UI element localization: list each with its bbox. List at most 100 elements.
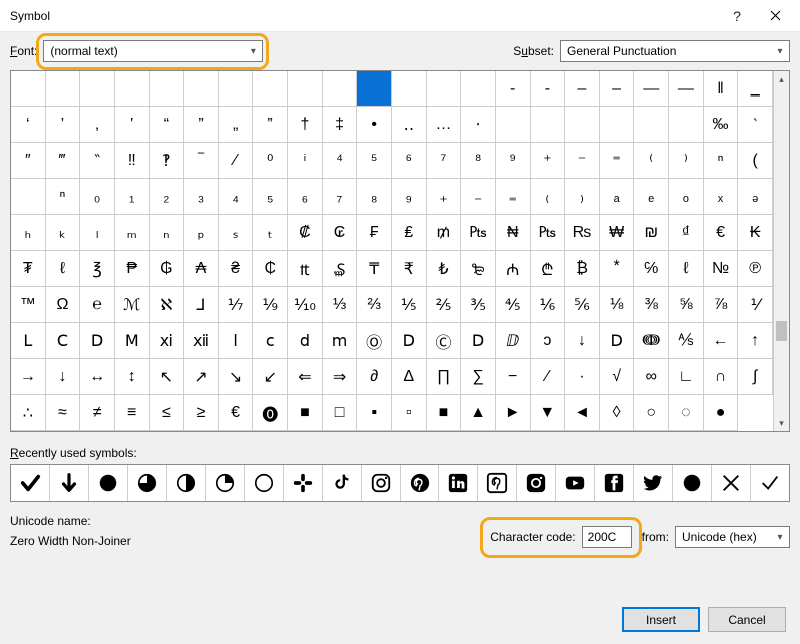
- char-cell[interactable]: ∩: [704, 359, 739, 395]
- char-cell[interactable]: ↑: [738, 323, 773, 359]
- char-cell[interactable]: ℥: [80, 251, 115, 287]
- char-cell[interactable]: ‾: [184, 143, 219, 179]
- char-cell[interactable]: ₻: [461, 251, 496, 287]
- char-cell[interactable]: [531, 107, 566, 143]
- char-cell[interactable]: ₕ: [11, 215, 46, 251]
- char-cell[interactable]: ―: [669, 71, 704, 107]
- char-cell[interactable]: ○: [634, 395, 669, 431]
- char-cell[interactable]: ‶: [80, 143, 115, 179]
- char-cell[interactable]: ‰: [704, 107, 739, 143]
- char-cell[interactable]: ⅓: [323, 287, 358, 323]
- char-cell[interactable]: ⁿ: [46, 179, 81, 215]
- recent-symbol-twitter[interactable]: [634, 465, 673, 501]
- char-cell[interactable]: …: [427, 107, 462, 143]
- from-combo[interactable]: Unicode (hex) ▾: [675, 526, 790, 548]
- char-cell[interactable]: ‐: [496, 71, 531, 107]
- char-cell[interactable]: ‽: [150, 143, 185, 179]
- char-cell[interactable]: Ⅼ: [11, 323, 46, 359]
- char-cell[interactable]: ≡: [115, 395, 150, 431]
- close-button[interactable]: [756, 2, 794, 30]
- char-cell[interactable]: ₮: [11, 251, 46, 287]
- char-cell[interactable]: □: [323, 395, 358, 431]
- char-cell[interactable]: ₐ: [600, 179, 635, 215]
- recent-symbol-facebook[interactable]: [595, 465, 634, 501]
- char-cell[interactable]: ∂: [357, 359, 392, 395]
- char-cell[interactable]: Ⅾ: [461, 323, 496, 359]
- char-cell[interactable]: ↙: [253, 359, 288, 395]
- char-cell[interactable]: ←: [704, 323, 739, 359]
- char-cell[interactable]: ‼: [115, 143, 150, 179]
- recent-symbol-circle-full2[interactable]: [673, 465, 712, 501]
- font-combo[interactable]: (normal text) ▾: [43, 40, 263, 62]
- char-cell[interactable]: ⁄: [531, 359, 566, 395]
- char-cell[interactable]: ⅺ: [150, 323, 185, 359]
- char-cell[interactable]: ₑ: [634, 179, 669, 215]
- char-cell[interactable]: ■: [427, 395, 462, 431]
- char-cell[interactable]: ∏: [427, 359, 462, 395]
- char-cell[interactable]: ⅿ: [323, 323, 358, 359]
- char-cell[interactable]: ⁰: [253, 143, 288, 179]
- char-cell[interactable]: ₅: [253, 179, 288, 215]
- char-cell[interactable]: [253, 71, 288, 107]
- char-cell[interactable]: ↕: [115, 359, 150, 395]
- char-cell[interactable]: [496, 107, 531, 143]
- char-cell[interactable]: ₹: [392, 251, 427, 287]
- insert-button[interactable]: Insert: [622, 607, 700, 632]
- char-cell[interactable]: ₥: [427, 215, 462, 251]
- char-cell[interactable]: ≈: [46, 395, 81, 431]
- char-cell[interactable]: ⅅ: [496, 323, 531, 359]
- char-cell[interactable]: ₼: [496, 251, 531, 287]
- char-cell[interactable]: ⁺: [531, 143, 566, 179]
- char-cell[interactable]: ⅽ: [253, 323, 288, 359]
- char-cell[interactable]: ₖ: [46, 215, 81, 251]
- char-cell[interactable]: ‴: [46, 143, 81, 179]
- character-code-input[interactable]: [582, 526, 632, 548]
- recent-symbol-down-arrow[interactable]: [50, 465, 89, 501]
- char-cell[interactable]: ₃: [184, 179, 219, 215]
- char-cell[interactable]: “: [150, 107, 185, 143]
- char-cell[interactable]: (: [738, 143, 773, 179]
- recent-symbol-circle-qtr[interactable]: [206, 465, 245, 501]
- recent-symbol-slack[interactable]: [284, 465, 323, 501]
- char-cell[interactable]: ↖: [150, 359, 185, 395]
- char-cell[interactable]: ⁷: [427, 143, 462, 179]
- char-cell[interactable]: ⅼ: [219, 323, 254, 359]
- char-cell[interactable]: [392, 71, 427, 107]
- char-cell[interactable]: ‒: [565, 71, 600, 107]
- char-cell[interactable]: ⅾ: [288, 323, 323, 359]
- char-cell[interactable]: ₱: [115, 251, 150, 287]
- char-cell[interactable]: ‗: [738, 71, 773, 107]
- char-cell[interactable]: ₌: [496, 179, 531, 215]
- char-cell[interactable]: Ω: [46, 287, 81, 323]
- char-cell[interactable]: ⇐: [288, 359, 323, 395]
- char-cell[interactable]: [46, 71, 81, 107]
- char-cell[interactable]: ₂: [150, 179, 185, 215]
- char-cell[interactable]: ↘: [219, 359, 254, 395]
- char-cell[interactable]: ∴: [11, 395, 46, 431]
- char-cell[interactable]: ⃰: [600, 251, 635, 287]
- char-cell[interactable]: ‡: [323, 107, 358, 143]
- char-cell[interactable]: Ⓞ: [357, 323, 392, 359]
- char-cell[interactable]: ₺: [427, 251, 462, 287]
- char-cell[interactable]: ■: [288, 395, 323, 431]
- char-cell[interactable]: ₉: [392, 179, 427, 215]
- char-cell[interactable]: ₨: [565, 215, 600, 251]
- cancel-button[interactable]: Cancel: [708, 607, 786, 632]
- char-cell[interactable]: [634, 107, 669, 143]
- char-cell[interactable]: ₒ: [669, 179, 704, 215]
- char-cell[interactable]: ⁴: [323, 143, 358, 179]
- char-cell[interactable]: ⁽: [634, 143, 669, 179]
- char-cell[interactable]: ₴: [219, 251, 254, 287]
- char-cell[interactable]: ₓ: [704, 179, 739, 215]
- char-cell[interactable]: ₣: [357, 215, 392, 251]
- char-cell[interactable]: Ⓒ: [427, 323, 462, 359]
- char-cell[interactable]: ₈: [357, 179, 392, 215]
- char-cell[interactable]: ⅕: [392, 287, 427, 323]
- char-cell[interactable]: ⁸: [461, 143, 496, 179]
- char-cell[interactable]: ₭: [738, 215, 773, 251]
- char-cell[interactable]: ℓ: [46, 251, 81, 287]
- recent-symbol-instagram[interactable]: [362, 465, 401, 501]
- char-cell[interactable]: ℅: [634, 251, 669, 287]
- char-cell[interactable]: ‧: [461, 107, 496, 143]
- subset-combo[interactable]: General Punctuation ▾: [560, 40, 790, 62]
